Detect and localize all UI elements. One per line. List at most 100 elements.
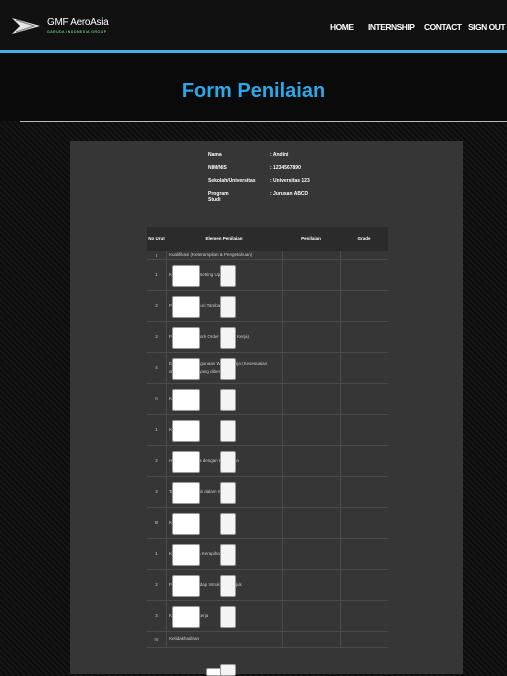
row-number: 2 [155,582,158,587]
column-divider [282,507,283,538]
column-divider [282,352,283,383]
info-label: NIM/NIS [208,165,227,171]
column-divider [340,352,341,383]
score-input[interactable] [172,358,200,380]
score-input[interactable] [172,389,200,411]
column-divider [166,569,167,600]
grade-input[interactable] [220,664,236,676]
column-divider [166,476,167,507]
column-divider [282,251,283,259]
column-divider [340,445,341,476]
header-no: No Urut [147,227,166,251]
score-input[interactable] [172,451,200,473]
column-divider [282,600,283,631]
column-divider [282,259,283,290]
header-element: Elemen Penilaian [166,227,282,251]
nav-sign-out[interactable]: SIGN OUT [468,22,506,32]
column-divider [166,631,167,647]
logo-tagline: GARUDA INDONESIA GROUP [47,30,107,34]
info-label: Nama [208,152,222,158]
score-input[interactable] [172,296,200,318]
column-divider [166,383,167,414]
column-divider [340,507,341,538]
row-number: 3 [155,334,158,339]
score-input[interactable] [172,544,200,566]
score-input[interactable] [172,575,200,597]
grade-input[interactable] [220,544,236,566]
row-element: Kualifikasi (Keterampilan & Pengetahuan) [169,252,253,257]
nav-contact[interactable]: CONTACT [424,22,462,32]
top-navbar: GMF AeroAsia GARUDA INDONESIA GROUP HOME… [0,0,507,50]
column-divider [340,600,341,631]
grade-input[interactable] [220,606,236,628]
gmf-logo[interactable]: GMF AeroAsia GARUDA INDONESIA GROUP [10,12,150,42]
row-number: 1 [155,427,158,432]
column-divider [340,569,341,600]
header-score: Penilaian [282,227,340,251]
row-number: 4 [155,365,158,370]
column-divider [282,414,283,445]
page-title: Form Penilaian [181,80,326,102]
column-divider [282,290,283,321]
column-divider [340,259,341,290]
row-number: 1 [155,272,158,277]
column-divider [166,600,167,631]
column-divider [166,290,167,321]
column-divider [340,383,341,414]
grade-input[interactable] [220,575,236,597]
grade-input[interactable] [220,358,236,380]
column-divider [340,290,341,321]
grade-input[interactable] [220,420,236,442]
row-number: 2 [155,458,158,463]
score-input[interactable] [172,513,200,535]
row-number: 3 [155,613,158,618]
nav-home[interactable]: HOME [330,22,354,32]
column-divider [166,414,167,445]
column-divider [340,476,341,507]
score-input[interactable] [172,606,200,628]
column-divider [166,259,167,290]
column-divider [166,445,167,476]
grade-input[interactable] [220,389,236,411]
grade-input[interactable] [220,265,236,287]
column-divider [340,631,341,647]
row-element: Ketidakhadiran [169,636,200,641]
score-input[interactable] [172,327,200,349]
column-divider [340,414,341,445]
grade-input[interactable] [220,513,236,535]
nav-internship[interactable]: INTERNSHIP [368,22,415,32]
info-value: : Jurusan ABCD [270,191,309,197]
info-label: Program Studi [208,191,229,203]
score-input[interactable] [172,420,200,442]
column-divider [166,507,167,538]
column-divider [282,383,283,414]
row-number: 2 [155,303,158,308]
column-divider [282,569,283,600]
row-number: 3 [155,489,158,494]
grade-input[interactable] [220,296,236,318]
column-divider [166,538,167,569]
column-divider [340,251,341,259]
column-divider [340,538,341,569]
logo-wing-icon [12,18,40,34]
info-value: : 1234567890 [270,165,301,171]
score-input[interactable] [172,265,200,287]
column-divider [282,631,283,647]
column-divider [166,321,167,352]
grade-input[interactable] [220,327,236,349]
row-number: III [154,520,159,525]
row-number: IV [154,636,159,642]
column-divider [340,321,341,352]
grade-input[interactable] [220,482,236,504]
info-value: : Andini [270,152,289,158]
column-divider [282,538,283,569]
row-number: II [155,396,158,401]
title-divider [20,121,507,122]
row-number: I [155,252,158,258]
score-input[interactable] [172,482,200,504]
column-divider [282,476,283,507]
grade-input[interactable] [220,451,236,473]
header-grade: Grade [340,227,388,251]
column-divider [282,321,283,352]
table-row: IV Ketidakhadiran [147,631,388,648]
